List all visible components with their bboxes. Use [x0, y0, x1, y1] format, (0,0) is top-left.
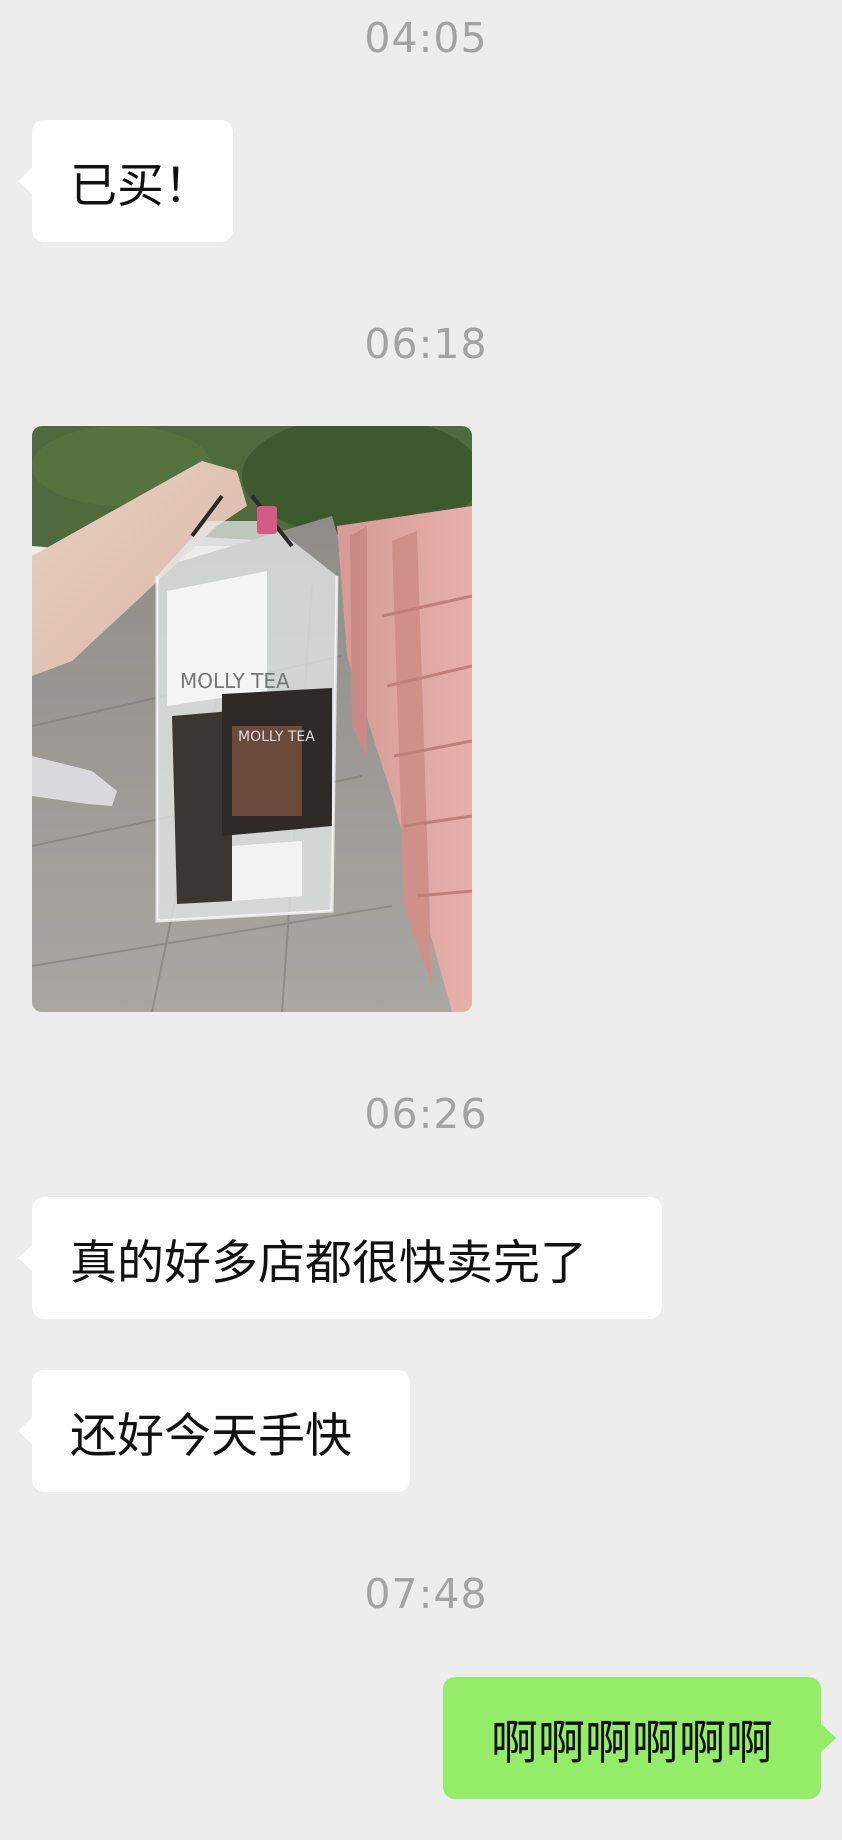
message-text: 啊啊啊啊啊啊 [491, 1715, 773, 1771]
bubble-tail [18, 1417, 33, 1445]
message-bubble[interactable]: 真的好多店都很快卖完了 [18, 1197, 662, 1319]
bubble-tail [18, 1244, 33, 1272]
message-bubble[interactable]: 已买！ [18, 120, 233, 242]
bubble-tail [821, 1724, 836, 1752]
bubble-tail [18, 167, 33, 195]
bag-brand-text: MOLLY TEA [238, 729, 315, 745]
message-text: 还好今天手快 [70, 1408, 352, 1464]
message-bubble[interactable]: 还好今天手快 [18, 1370, 410, 1492]
image-message[interactable]: MOLLY TEA MOLLY TEA [32, 426, 472, 1012]
message-bubble-outgoing[interactable]: 啊啊啊啊啊啊 [443, 1677, 836, 1799]
photo-shopping-bag: MOLLY TEA MOLLY TEA [32, 426, 472, 1012]
timestamp: 06:26 [364, 1090, 488, 1138]
timestamp: 06:18 [364, 320, 488, 368]
timestamp: 04:05 [364, 14, 488, 62]
message-text: 已买！ [70, 158, 211, 214]
message-text: 真的好多店都很快卖完了 [70, 1235, 587, 1291]
bag-brand-text: MOLLY TEA [180, 669, 290, 693]
timestamp: 07:48 [364, 1570, 488, 1618]
